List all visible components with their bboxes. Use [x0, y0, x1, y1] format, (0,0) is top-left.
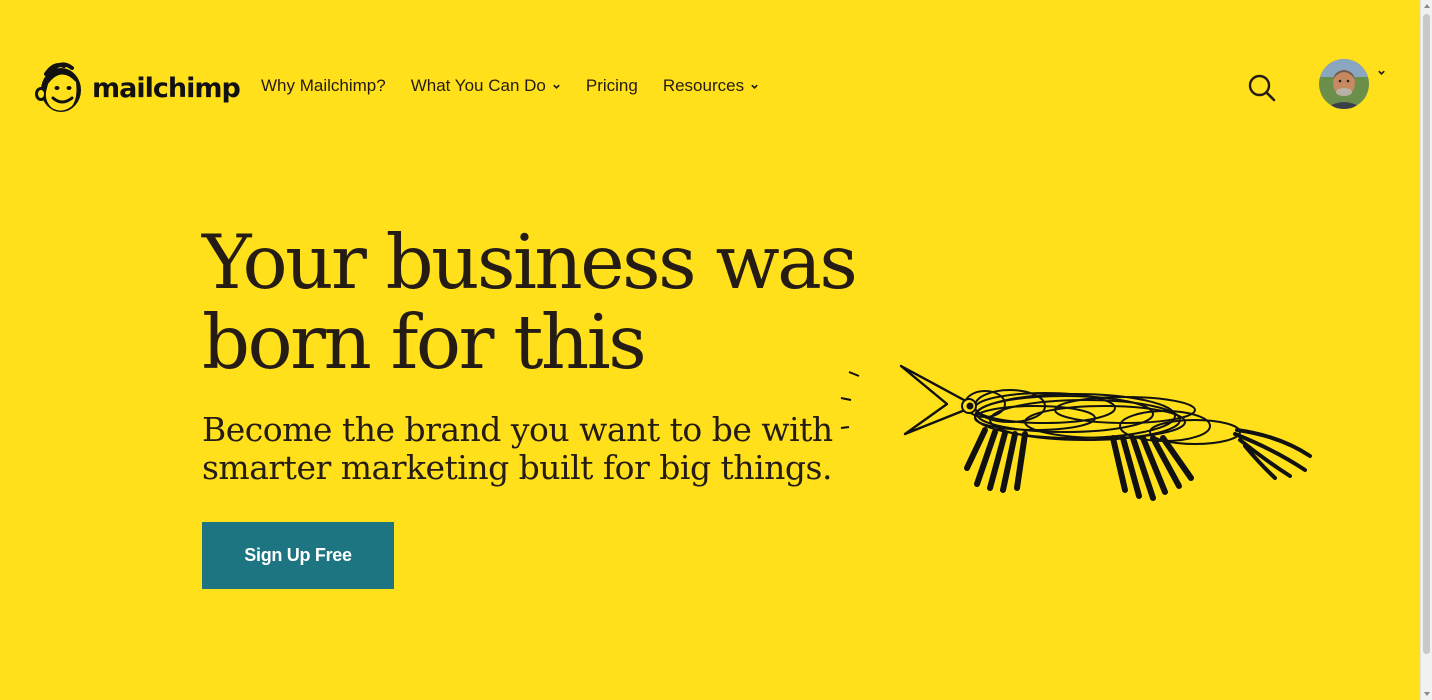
mailchimp-logo[interactable]: mailchimp — [32, 58, 241, 118]
nav-item-label: Pricing — [585, 76, 638, 95]
chevron-down-icon — [1378, 70, 1385, 75]
page: mailchimp Why Mailchimp? What You Can Do… — [0, 0, 1420, 700]
site-header: mailchimp Why Mailchimp? What You Can Do… — [0, 56, 1420, 120]
nav-item-what-you-can-do[interactable]: What You Can Do — [411, 76, 561, 96]
page-scrollbar[interactable] — [1420, 0, 1432, 700]
nav-item-label: What You Can Do — [410, 76, 546, 95]
chevron-down-icon — [751, 84, 758, 89]
account-menu[interactable] — [1319, 59, 1386, 109]
hero-title: Your business was born for this — [202, 218, 858, 386]
sign-up-free-button[interactable]: Sign Up Free — [202, 522, 394, 589]
nav-item-label: Why Mailchimp? — [261, 76, 386, 95]
nav-item-resources[interactable]: Resources — [663, 76, 759, 96]
nav-item-label: Resources — [662, 76, 745, 95]
nav-item-pricing[interactable]: Pricing — [586, 76, 638, 96]
hero-subtitle: Become the brand you want to be with sma… — [202, 410, 833, 487]
nav-item-why-mailchimp[interactable]: Why Mailchimp? — [261, 76, 386, 96]
scroll-up-arrow-icon[interactable] — [1424, 4, 1430, 8]
freddie-logo-icon — [35, 62, 81, 112]
scroll-down-arrow-icon[interactable] — [1424, 692, 1430, 696]
avatar-photo — [1319, 59, 1369, 109]
logo-wordmark: mailchimp — [92, 72, 241, 104]
bird-illustration — [840, 364, 1312, 501]
scrollbar-thumb[interactable] — [1423, 14, 1430, 654]
main-nav: Why Mailchimp? What You Can Do Pricing R… — [261, 76, 784, 96]
chevron-down-icon — [553, 84, 560, 89]
search-icon[interactable] — [1247, 73, 1277, 103]
user-avatar — [1319, 59, 1369, 109]
